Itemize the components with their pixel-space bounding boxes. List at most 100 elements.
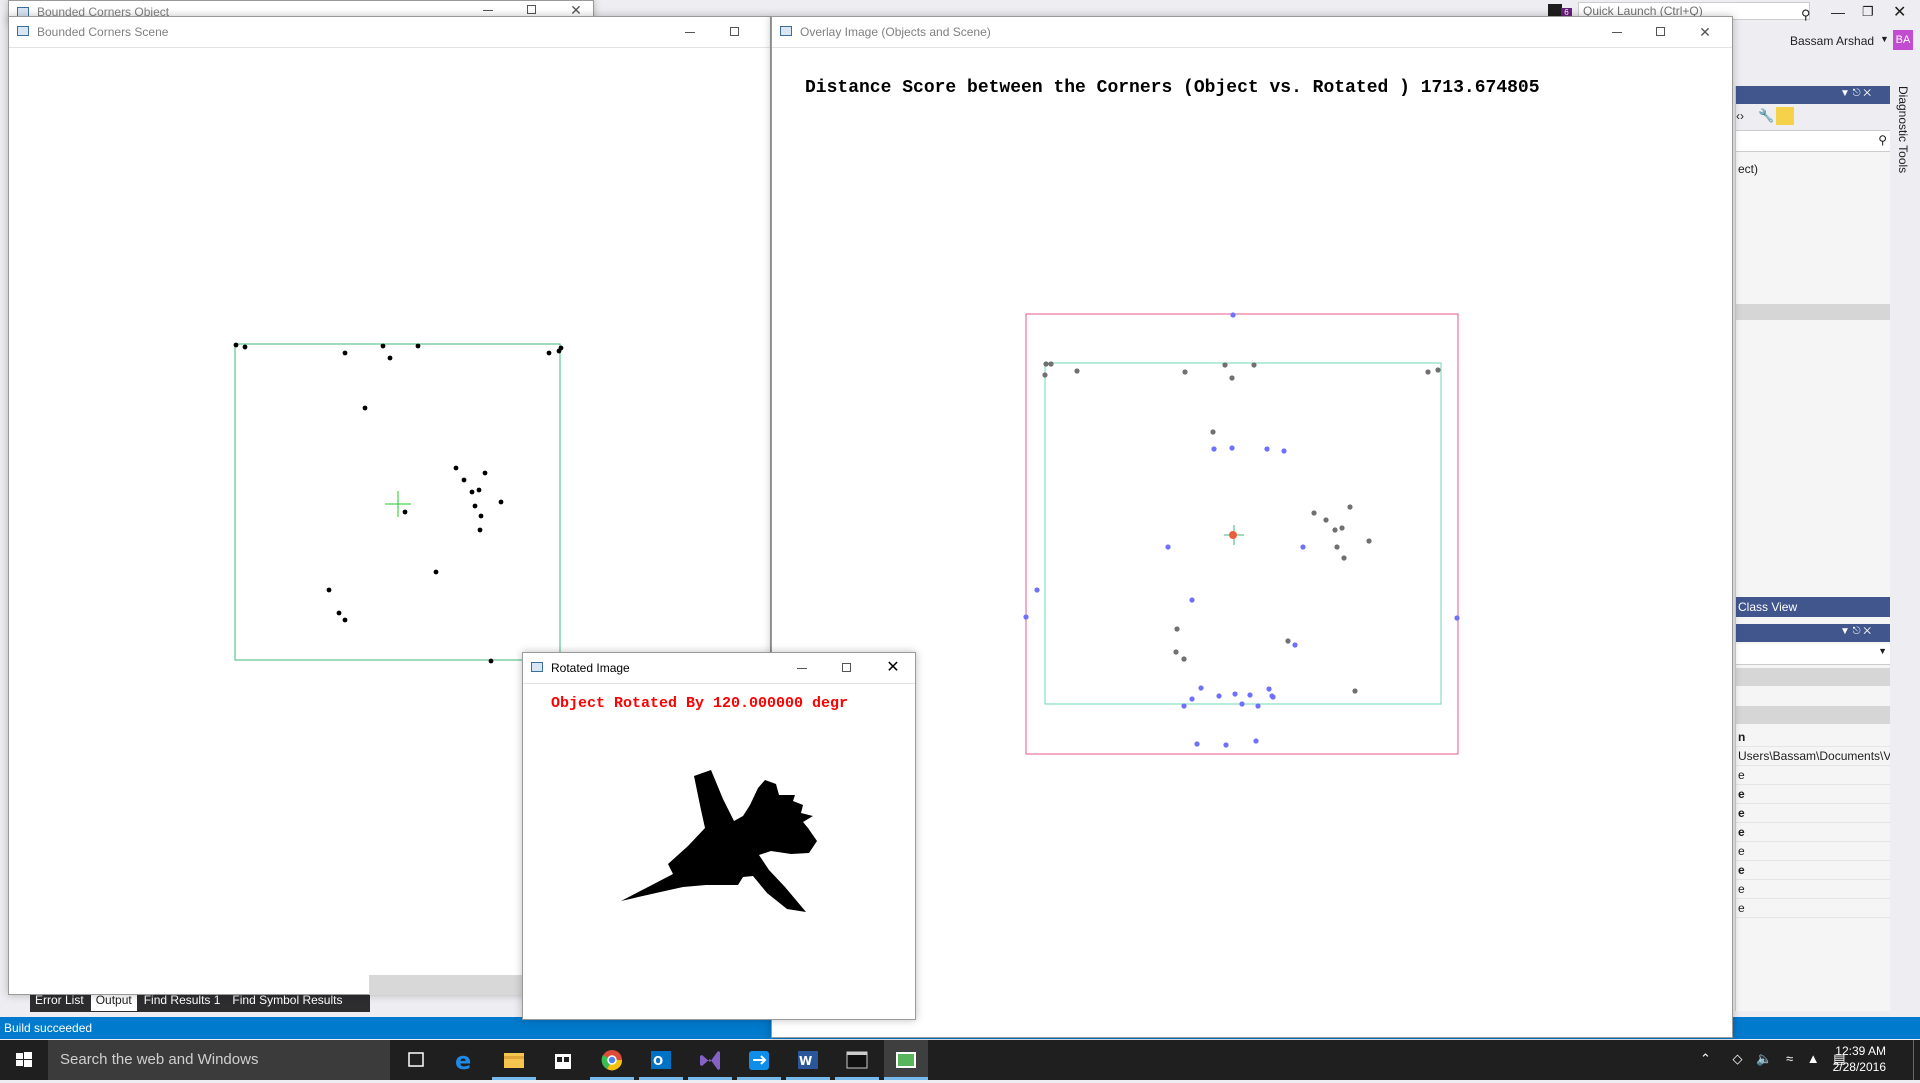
property-row[interactable]: e xyxy=(1736,861,1891,880)
corner-point xyxy=(472,503,478,509)
corner-point xyxy=(380,343,386,349)
taskbar-search-input[interactable]: Search the web and Windows xyxy=(48,1040,390,1080)
corner-point xyxy=(1251,362,1257,368)
teamviewer-icon[interactable] xyxy=(737,1040,781,1080)
vs-side-panel: ▼ ⎋ ✕ ‹› 🔧 ⚲ ect) Class View ▼ ⎋ ✕ ▼ n U… xyxy=(1735,86,1891,1011)
maximize-button[interactable] xyxy=(726,23,744,41)
file-explorer-icon[interactable] xyxy=(492,1040,536,1080)
corner-point xyxy=(1216,693,1222,699)
close-button[interactable]: ✕ xyxy=(884,659,902,677)
corner-point xyxy=(1165,544,1171,550)
search-icon[interactable]: ⚲ xyxy=(1801,7,1811,23)
corner-point xyxy=(477,527,483,533)
window-title: Bounded Corners Scene xyxy=(37,25,169,39)
title-bar[interactable]: Rotated Image ✕ xyxy=(523,653,915,684)
corner-point xyxy=(1174,626,1180,632)
word-icon[interactable]: W xyxy=(786,1040,830,1080)
edge-icon[interactable]: e xyxy=(443,1040,487,1080)
property-row[interactable]: e xyxy=(1736,785,1891,804)
corner-point xyxy=(242,344,248,350)
console-icon[interactable] xyxy=(835,1040,879,1080)
properties-icon[interactable] xyxy=(1776,107,1794,125)
network-icon[interactable]: ◇ xyxy=(1733,1051,1743,1066)
filter-icon[interactable] xyxy=(1548,4,1562,16)
volume-icon[interactable]: 🔈 xyxy=(1756,1051,1772,1066)
corner-point xyxy=(362,405,368,411)
property-row[interactable]: e xyxy=(1736,842,1891,861)
chrome-icon[interactable] xyxy=(590,1040,634,1080)
minimize-button[interactable] xyxy=(793,659,811,677)
system-tray: ⌃ ◇ 🔈 ≈ ▲ ▤ xyxy=(1700,1051,1846,1067)
vs-close-button[interactable]: ✕ xyxy=(1893,2,1906,22)
store-icon[interactable] xyxy=(541,1040,585,1080)
outlook-icon[interactable]: O xyxy=(639,1040,683,1080)
maximize-button[interactable] xyxy=(1652,23,1670,41)
maximize-button[interactable] xyxy=(838,659,856,677)
task-view-icon[interactable] xyxy=(394,1040,438,1080)
corner-point xyxy=(1264,446,1270,452)
vs-restore-button[interactable]: ❐ xyxy=(1862,4,1874,20)
user-name[interactable]: Bassam Arshad xyxy=(1790,34,1874,48)
wifi-icon[interactable]: ≈ xyxy=(1786,1051,1793,1066)
visual-studio-icon[interactable] xyxy=(688,1040,732,1080)
close-button[interactable]: ✕ xyxy=(1696,23,1714,41)
taskbar: Search the web and Windows e O W ⌃ ◇ 🔈 ≈… xyxy=(0,1040,1920,1080)
clock[interactable]: 12:39 AM 2/28/2016 xyxy=(1833,1043,1886,1075)
property-row[interactable]: e xyxy=(1736,880,1891,899)
chevron-up-icon[interactable]: ⌃ xyxy=(1700,1051,1711,1066)
start-button[interactable] xyxy=(0,1040,48,1080)
property-row-path[interactable]: Users\Bassam\Documents\V xyxy=(1736,747,1891,766)
chevron-down-icon: ▼ xyxy=(1878,646,1887,656)
corner-point xyxy=(1347,504,1353,510)
property-row[interactable]: e xyxy=(1736,823,1891,842)
avatar[interactable]: BA xyxy=(1893,30,1913,50)
title-bar[interactable]: Bounded Corners Scene xyxy=(9,17,770,48)
solution-search-input[interactable]: ⚲ xyxy=(1736,131,1891,152)
corner-point xyxy=(558,345,564,351)
solution-item[interactable]: ect) xyxy=(1736,160,1891,178)
property-row[interactable]: e xyxy=(1736,899,1891,918)
windows-logo-icon xyxy=(16,1052,32,1067)
corner-point xyxy=(1034,587,1040,593)
corner-point xyxy=(1222,362,1228,368)
properties-header: ▼ ⎋ ✕ xyxy=(1736,624,1891,642)
corner-point xyxy=(478,513,484,519)
corner-point xyxy=(1253,738,1259,744)
rotated-window[interactable]: Rotated Image ✕ Object Rotated By 120.00… xyxy=(522,652,916,1020)
title-bar[interactable]: Overlay Image (Objects and Scene) ✕ xyxy=(772,17,1732,48)
corner-point xyxy=(1232,691,1238,697)
clock-date: 2/28/2016 xyxy=(1832,1060,1886,1074)
google-drive-icon[interactable]: ▲ xyxy=(1807,1051,1820,1066)
window-title: Overlay Image (Objects and Scene) xyxy=(800,25,991,39)
class-view-tab[interactable]: Class View xyxy=(1736,597,1891,617)
solution-tree: ect) xyxy=(1736,152,1891,178)
property-row[interactable]: n xyxy=(1736,728,1891,747)
show-desktop-button[interactable] xyxy=(1913,1040,1920,1080)
diagnostic-tools-tab[interactable]: Diagnostic Tools xyxy=(1896,86,1910,173)
selected-row[interactable] xyxy=(1736,304,1891,320)
corner-point xyxy=(1229,375,1235,381)
image-viewer-icon[interactable] xyxy=(884,1040,928,1080)
property-row[interactable]: e xyxy=(1736,766,1891,785)
window-icon xyxy=(780,26,792,36)
solution-explorer-header[interactable]: ▼ ⎋ ✕ xyxy=(1736,86,1891,104)
corner-point xyxy=(1042,372,1048,378)
code-icon[interactable]: ‹› xyxy=(1736,109,1744,123)
properties-object-select[interactable]: ▼ xyxy=(1736,644,1891,665)
corner-point xyxy=(1229,445,1235,451)
overlay-canvas: Distance Score between the Corners (Obje… xyxy=(772,48,1732,1037)
corner-point xyxy=(1334,544,1340,550)
chevron-down-icon[interactable]: ▼ xyxy=(1880,34,1889,44)
corner-point xyxy=(1366,538,1372,544)
vs-minimize-button[interactable]: — xyxy=(1831,4,1845,20)
corner-point xyxy=(1074,368,1080,374)
minimize-button[interactable] xyxy=(681,23,699,41)
corner-point xyxy=(1223,742,1229,748)
pin-icon[interactable]: ▼ ⎋ ✕ xyxy=(1840,626,1871,637)
rotated-jet-silhouette xyxy=(621,770,817,912)
wrench-icon[interactable]: 🔧 xyxy=(1758,108,1774,124)
corner-point xyxy=(546,350,552,356)
pin-icon[interactable]: ▼ ⎋ ✕ xyxy=(1840,88,1871,99)
minimize-button[interactable] xyxy=(1608,23,1626,41)
property-row[interactable]: e xyxy=(1736,804,1891,823)
